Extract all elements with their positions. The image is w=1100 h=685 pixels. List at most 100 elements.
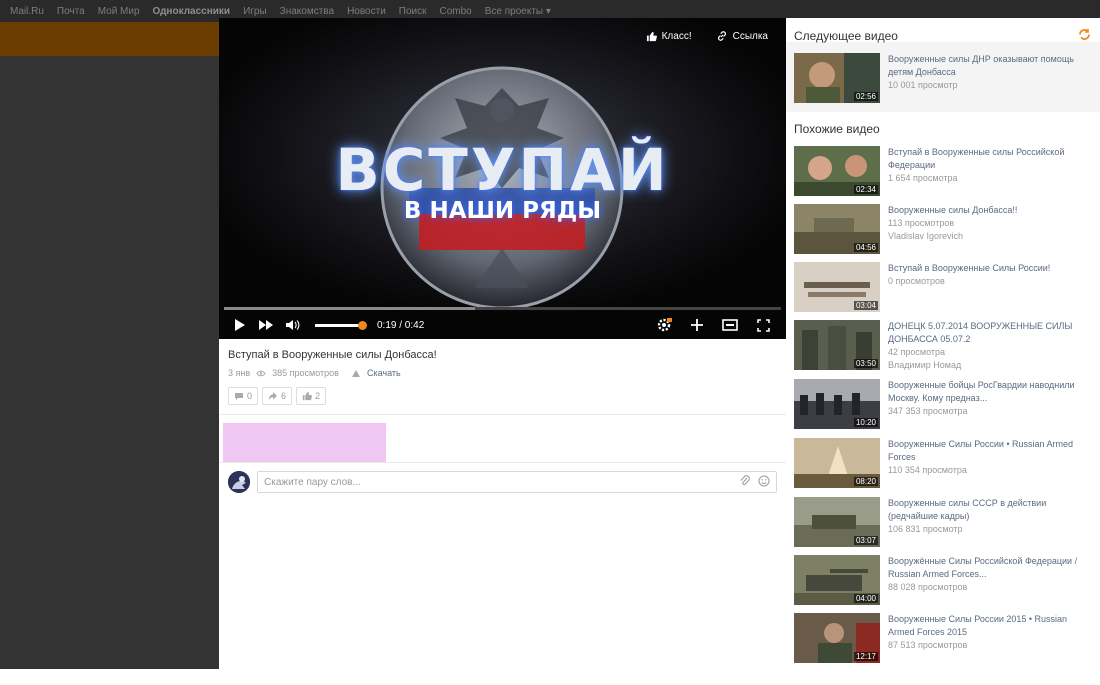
seek-bar[interactable]: [224, 307, 781, 310]
divider: [219, 462, 786, 463]
similar-video-item[interactable]: 10:20 Вооруженные бойцы РосГвардии навод…: [794, 379, 1094, 429]
shares-count: 6: [281, 391, 287, 401]
similar-video-item[interactable]: 04:00 Вооружённые Силы Российской Федера…: [794, 555, 1094, 605]
video-subheadline: В НАШИ РЯДЫ: [403, 198, 602, 224]
nav-igry[interactable]: Игры: [243, 6, 267, 17]
similar-video-item[interactable]: 02:34 Вступай в Вооруженные силы Российс…: [794, 146, 1094, 196]
similar-video-item[interactable]: 08:20 Вооруженные Силы России • Russian …: [794, 438, 1094, 488]
similar-video-item[interactable]: 04:56 Вооруженные силы Донбасса!! 113 пр…: [794, 204, 1094, 254]
video-thumbnail[interactable]: 02:56: [794, 53, 880, 103]
video-item-title[interactable]: Вооруженные силы СССР в действии (редчай…: [888, 497, 1092, 523]
link-icon: [717, 31, 726, 41]
nav-moy-mir[interactable]: Мой Мир: [98, 6, 140, 17]
comments-button[interactable]: 0: [228, 387, 259, 405]
video-item-title[interactable]: Вооруженные силы Донбасса!!: [888, 204, 1092, 217]
video-item-views: 113 просмотров: [888, 218, 955, 228]
similar-video-item[interactable]: 12:17 Вооруженные Силы России 2015 • Rus…: [794, 613, 1094, 663]
video-duration: 08:20: [853, 477, 878, 486]
divider: [219, 414, 786, 415]
video-date: 3 янв: [228, 368, 251, 378]
video-thumbnail[interactable]: 10:20: [794, 379, 880, 429]
share-button[interactable]: 6: [262, 387, 293, 405]
video-player[interactable]: ВСТУПАЙ В НАШИ РЯДЫ Класс! Ссылка 0:19 /…: [219, 18, 786, 339]
video-panel: ВСТУПАЙ В НАШИ РЯДЫ Класс! Ссылка 0:19 /…: [219, 18, 786, 669]
comment-icon: [235, 392, 243, 400]
video-thumbnail[interactable]: 08:20: [794, 438, 880, 488]
like-button[interactable]: 2: [296, 387, 327, 405]
similar-video-item[interactable]: 03:04 Вступай в Вооруженные Силы России!…: [794, 262, 1094, 312]
video-item-title[interactable]: ДОНЕЦК 5.07.2014 ВООРУЖЕННЫЕ СИЛЫ ДОНБАС…: [888, 320, 1092, 346]
mute-button[interactable]: [281, 315, 303, 335]
link-button[interactable]: Ссылка: [716, 30, 768, 42]
video-item-views: 347 353 просмотра: [888, 406, 968, 416]
nav-combo[interactable]: Combo: [440, 6, 472, 17]
add-button[interactable]: [686, 315, 708, 335]
play-button[interactable]: [229, 315, 251, 335]
video-thumbnail[interactable]: 12:17: [794, 613, 880, 663]
video-thumbnail[interactable]: 03:04: [794, 262, 880, 312]
nav-mailru[interactable]: Mail.Ru: [10, 6, 44, 17]
next-video-item[interactable]: 02:56 Вооруженные силы ДНР оказывают пом…: [794, 53, 1094, 103]
download-link[interactable]: Скачать: [367, 368, 401, 378]
link-label: Ссылка: [732, 30, 768, 42]
video-thumbnail[interactable]: 02:34: [794, 146, 880, 196]
avatar[interactable]: [228, 471, 250, 493]
volume-slider[interactable]: [315, 320, 367, 330]
video-actions: 0 6 2: [228, 387, 327, 405]
smiley-icon[interactable]: [758, 475, 770, 487]
video-thumbnail[interactable]: 04:00: [794, 555, 880, 605]
next-button[interactable]: [255, 315, 277, 335]
video-duration: 04:56: [853, 243, 878, 252]
video-item-title[interactable]: Вооружённые Силы Российской Федерации / …: [888, 555, 1092, 581]
thumbs-up-icon: [646, 31, 657, 41]
comments-count: 0: [247, 391, 253, 401]
warning-icon[interactable]: [351, 369, 361, 378]
video-item-title[interactable]: Вооруженные бойцы РосГвардии наводнили М…: [888, 379, 1092, 405]
thumbs-up-icon: [302, 391, 312, 401]
nav-all-projects[interactable]: Все проекты ▾: [485, 6, 551, 17]
video-item-author[interactable]: Vladislav Igorevich: [888, 230, 1092, 243]
settings-button[interactable]: [653, 315, 675, 335]
video-views: 385 просмотров: [272, 368, 339, 378]
comment-placeholder: Скажите пару слов...: [264, 477, 361, 488]
similar-video-item[interactable]: 03:50 ДОНЕЦК 5.07.2014 ВООРУЖЕННЫЕ СИЛЫ …: [794, 320, 1094, 370]
video-meta: 3 янв 385 просмотров Скачать: [228, 368, 401, 378]
ad-banner[interactable]: [223, 423, 386, 462]
fullscreen-button[interactable]: [752, 315, 774, 335]
mini-player-button[interactable]: [719, 315, 741, 335]
video-item-title[interactable]: Вооруженные Силы России 2015 • Russian A…: [888, 613, 1092, 639]
video-item-title[interactable]: Вооруженные Силы России • Russian Armed …: [888, 438, 1092, 464]
video-duration: 12:17: [853, 652, 878, 661]
player-controls: 0:19 / 0:42: [219, 311, 786, 339]
video-duration: 03:50: [853, 359, 878, 368]
video-item-title[interactable]: Вооруженные силы ДНР оказывают помощь де…: [888, 53, 1092, 79]
fast-forward-icon: [259, 320, 273, 330]
similar-video-item[interactable]: 03:07 Вооруженные силы СССР в действии (…: [794, 497, 1094, 547]
video-duration: 02:56: [853, 92, 878, 101]
video-headline: ВСТУПАЙ: [335, 136, 670, 204]
video-item-title[interactable]: Вступай в Вооруженные силы Российской Фе…: [888, 146, 1092, 172]
autoplay-toggle[interactable]: [1077, 28, 1092, 45]
video-duration: 03:04: [853, 301, 878, 310]
video-item-views: 87 513 просмотров: [888, 640, 968, 650]
video-item-author[interactable]: Владимир Номад: [888, 359, 1092, 372]
nav-odnoklassniki[interactable]: Одноклассники: [153, 6, 231, 17]
video-item-title[interactable]: Вступай в Вооруженные Силы России!: [888, 262, 1092, 275]
nav-pochta[interactable]: Почта: [57, 6, 85, 17]
video-item-views: 106 831 просмотр: [888, 524, 963, 534]
video-thumbnail[interactable]: 03:50: [794, 320, 880, 370]
video-thumbnail[interactable]: 03:07: [794, 497, 880, 547]
gear-icon: [657, 318, 672, 332]
video-duration: 04:00: [853, 594, 878, 603]
class-button[interactable]: Класс!: [646, 30, 692, 42]
nav-znakomstva[interactable]: Знакомства: [280, 6, 334, 17]
attachment-icon[interactable]: [740, 475, 750, 487]
nav-poisk[interactable]: Поиск: [399, 6, 427, 17]
comment-input[interactable]: Скажите пару слов...: [257, 471, 777, 493]
volume-knob[interactable]: [358, 320, 367, 330]
video-thumbnail[interactable]: 04:56: [794, 204, 880, 254]
plus-icon: [691, 319, 703, 331]
nav-novosti[interactable]: Новости: [347, 6, 386, 17]
share-arrow-icon: [269, 391, 278, 400]
page-header-strip: [0, 22, 219, 56]
